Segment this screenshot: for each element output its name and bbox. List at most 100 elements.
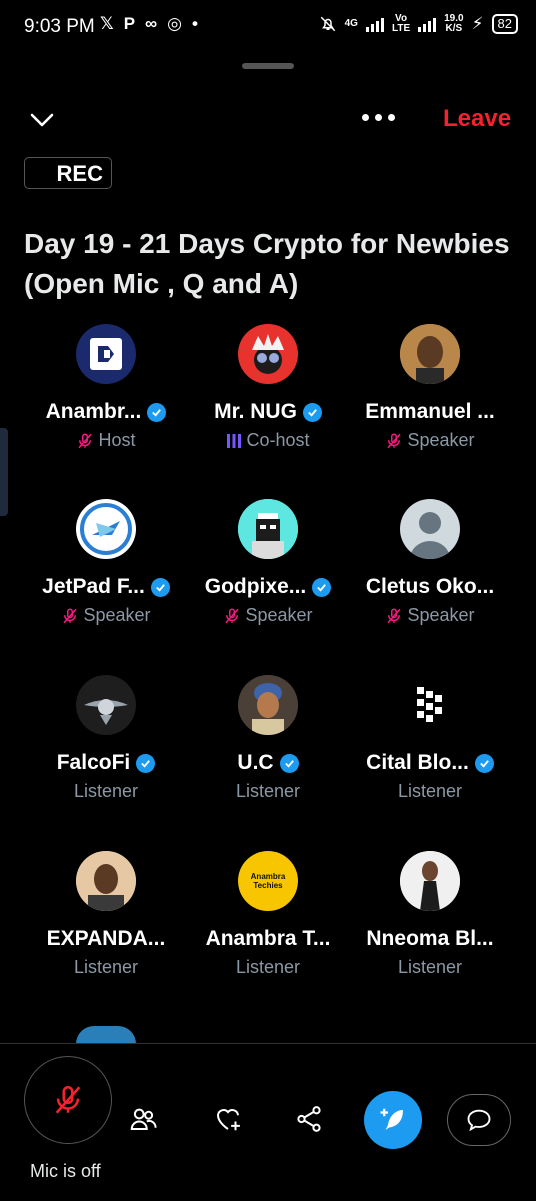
- participant-card[interactable]: FalcoFi Listener: [21, 675, 191, 802]
- chat-bubble-icon: [467, 1109, 491, 1132]
- mic-status-label: Mic is off: [30, 1161, 101, 1181]
- participant-card[interactable]: Godpixe... Speaker: [183, 499, 353, 626]
- verified-badge-icon: [150, 577, 170, 597]
- compose-post-button[interactable]: [364, 1091, 422, 1149]
- feather-plus-icon: [380, 1108, 403, 1130]
- mic-muted-icon: [225, 608, 240, 623]
- net-speed-unit: K/S: [445, 23, 463, 34]
- participant-role: Listener: [235, 781, 301, 801]
- comments-button[interactable]: [447, 1094, 511, 1146]
- participant-name: Cital Blo...: [366, 751, 469, 774]
- participant-role: Speaker: [245, 605, 313, 625]
- space-title: Day 19 - 21 Days Crypto for Newbies (Ope…: [24, 228, 510, 299]
- more-options-icon[interactable]: [362, 114, 395, 121]
- battery-level: 82: [491, 14, 518, 34]
- p-app-icon: P: [123, 14, 136, 33]
- avatar: [76, 1026, 136, 1044]
- participant-name: Mr. NUG: [214, 400, 297, 423]
- avatar: [400, 851, 460, 911]
- bottom-bar: Mic is off: [0, 1043, 536, 1201]
- participant-role: Speaker: [83, 605, 151, 625]
- mic-muted-icon: [63, 608, 78, 623]
- mute-bell-icon: [320, 16, 335, 32]
- leave-button[interactable]: Leave: [443, 105, 511, 133]
- participant-name: Godpixe...: [204, 575, 307, 598]
- verified-badge-icon: [474, 753, 494, 773]
- more-notifications-dot-icon: •: [192, 14, 198, 33]
- status-bar: 9:03 PM 𝕏 P ∞ ◎ • 4G Vo LTE 19.0 K/S ⚡ 82: [0, 0, 536, 56]
- avatar: [400, 324, 460, 384]
- avatar: [238, 324, 298, 384]
- participants-button[interactable]: [126, 1102, 160, 1136]
- collapse-chevron-icon[interactable]: [28, 106, 56, 134]
- participant-name: Emmanuel ...: [365, 400, 495, 423]
- participant-card[interactable]: Cletus Oko... Speaker: [345, 499, 515, 626]
- avatar: [76, 499, 136, 559]
- participant-role: Listener: [73, 781, 139, 801]
- mic-toggle-button[interactable]: [24, 1056, 112, 1144]
- participant-role: Listener: [397, 781, 463, 801]
- charging-icon: ⚡: [471, 14, 484, 33]
- participant-card[interactable]: Mr. NUG Co-host: [183, 324, 353, 451]
- participant-name: EXPANDA...: [46, 927, 166, 950]
- participant-role: Host: [98, 430, 136, 450]
- verified-badge-icon: [279, 753, 299, 773]
- avatar: [400, 675, 460, 735]
- avatar: [400, 499, 460, 559]
- avatar-text-line1: Anambra: [250, 872, 286, 881]
- verified-badge-icon: [136, 753, 156, 773]
- verified-badge-icon: [312, 577, 332, 597]
- react-button[interactable]: [211, 1102, 245, 1136]
- mic-muted-icon: [78, 433, 93, 448]
- drag-handle[interactable]: [242, 63, 294, 69]
- participant-card[interactable]: Nneoma Bl... Listener: [345, 851, 515, 978]
- avatar: [76, 675, 136, 735]
- share-icon: [297, 1106, 321, 1132]
- lte-label: LTE: [391, 23, 411, 34]
- whatsapp-icon: ◎: [167, 14, 183, 33]
- participant-name: Nneoma Bl...: [366, 927, 494, 950]
- side-edge-handle[interactable]: [0, 428, 8, 516]
- signal-icon: [365, 16, 384, 32]
- participant-name: Anambra T...: [205, 927, 331, 950]
- participant-card[interactable]: U.C Listener: [183, 675, 353, 802]
- participant-role: Listener: [73, 957, 139, 977]
- participant-card[interactable]: Anambra Techies Anambra T... Listener: [183, 851, 353, 978]
- avatar: Anambra Techies: [238, 851, 298, 911]
- network-type: 4G: [344, 18, 358, 29]
- mic-off-icon: [55, 1085, 81, 1114]
- participant-role: Listener: [235, 957, 301, 977]
- participant-role: Speaker: [407, 430, 475, 450]
- participant-card[interactable]: JetPad F... Speaker: [21, 499, 191, 626]
- participant-name: U.C: [237, 751, 274, 774]
- participant-card[interactable]: Cital Blo... Listener: [345, 675, 515, 802]
- participant-card[interactable]: Emmanuel ... Speaker: [345, 324, 515, 451]
- x-app-icon: 𝕏: [100, 14, 114, 33]
- participant-name: Cletus Oko...: [365, 575, 495, 598]
- avatar: [76, 851, 136, 911]
- participant-name: Anambr...: [45, 400, 142, 423]
- heart-plus-icon: [216, 1109, 240, 1131]
- gamepad-icon: ∞: [145, 14, 158, 33]
- participant-card[interactable]: [21, 1026, 191, 1044]
- avatar: [76, 324, 136, 384]
- participant-name: JetPad F...: [42, 575, 145, 598]
- participant-role: Speaker: [407, 605, 475, 625]
- mic-muted-icon: [387, 608, 402, 623]
- signal-icon-2: [418, 16, 437, 32]
- avatar: [238, 499, 298, 559]
- participant-name: FalcoFi: [56, 751, 131, 774]
- verified-badge-icon: [302, 402, 322, 422]
- participant-role: Listener: [397, 957, 463, 977]
- speaking-bars-icon: [227, 433, 242, 448]
- share-button[interactable]: [292, 1102, 326, 1136]
- people-icon: [130, 1108, 157, 1130]
- participant-card[interactable]: Anambr... Host: [21, 324, 191, 451]
- status-time: 9:03 PM: [24, 16, 95, 37]
- participant-card[interactable]: EXPANDA... Listener: [21, 851, 191, 978]
- avatar: [238, 675, 298, 735]
- rec-badge: REC: [24, 157, 112, 189]
- mic-muted-icon: [387, 433, 402, 448]
- verified-badge-icon: [147, 402, 167, 422]
- participant-role: Co-host: [246, 430, 310, 450]
